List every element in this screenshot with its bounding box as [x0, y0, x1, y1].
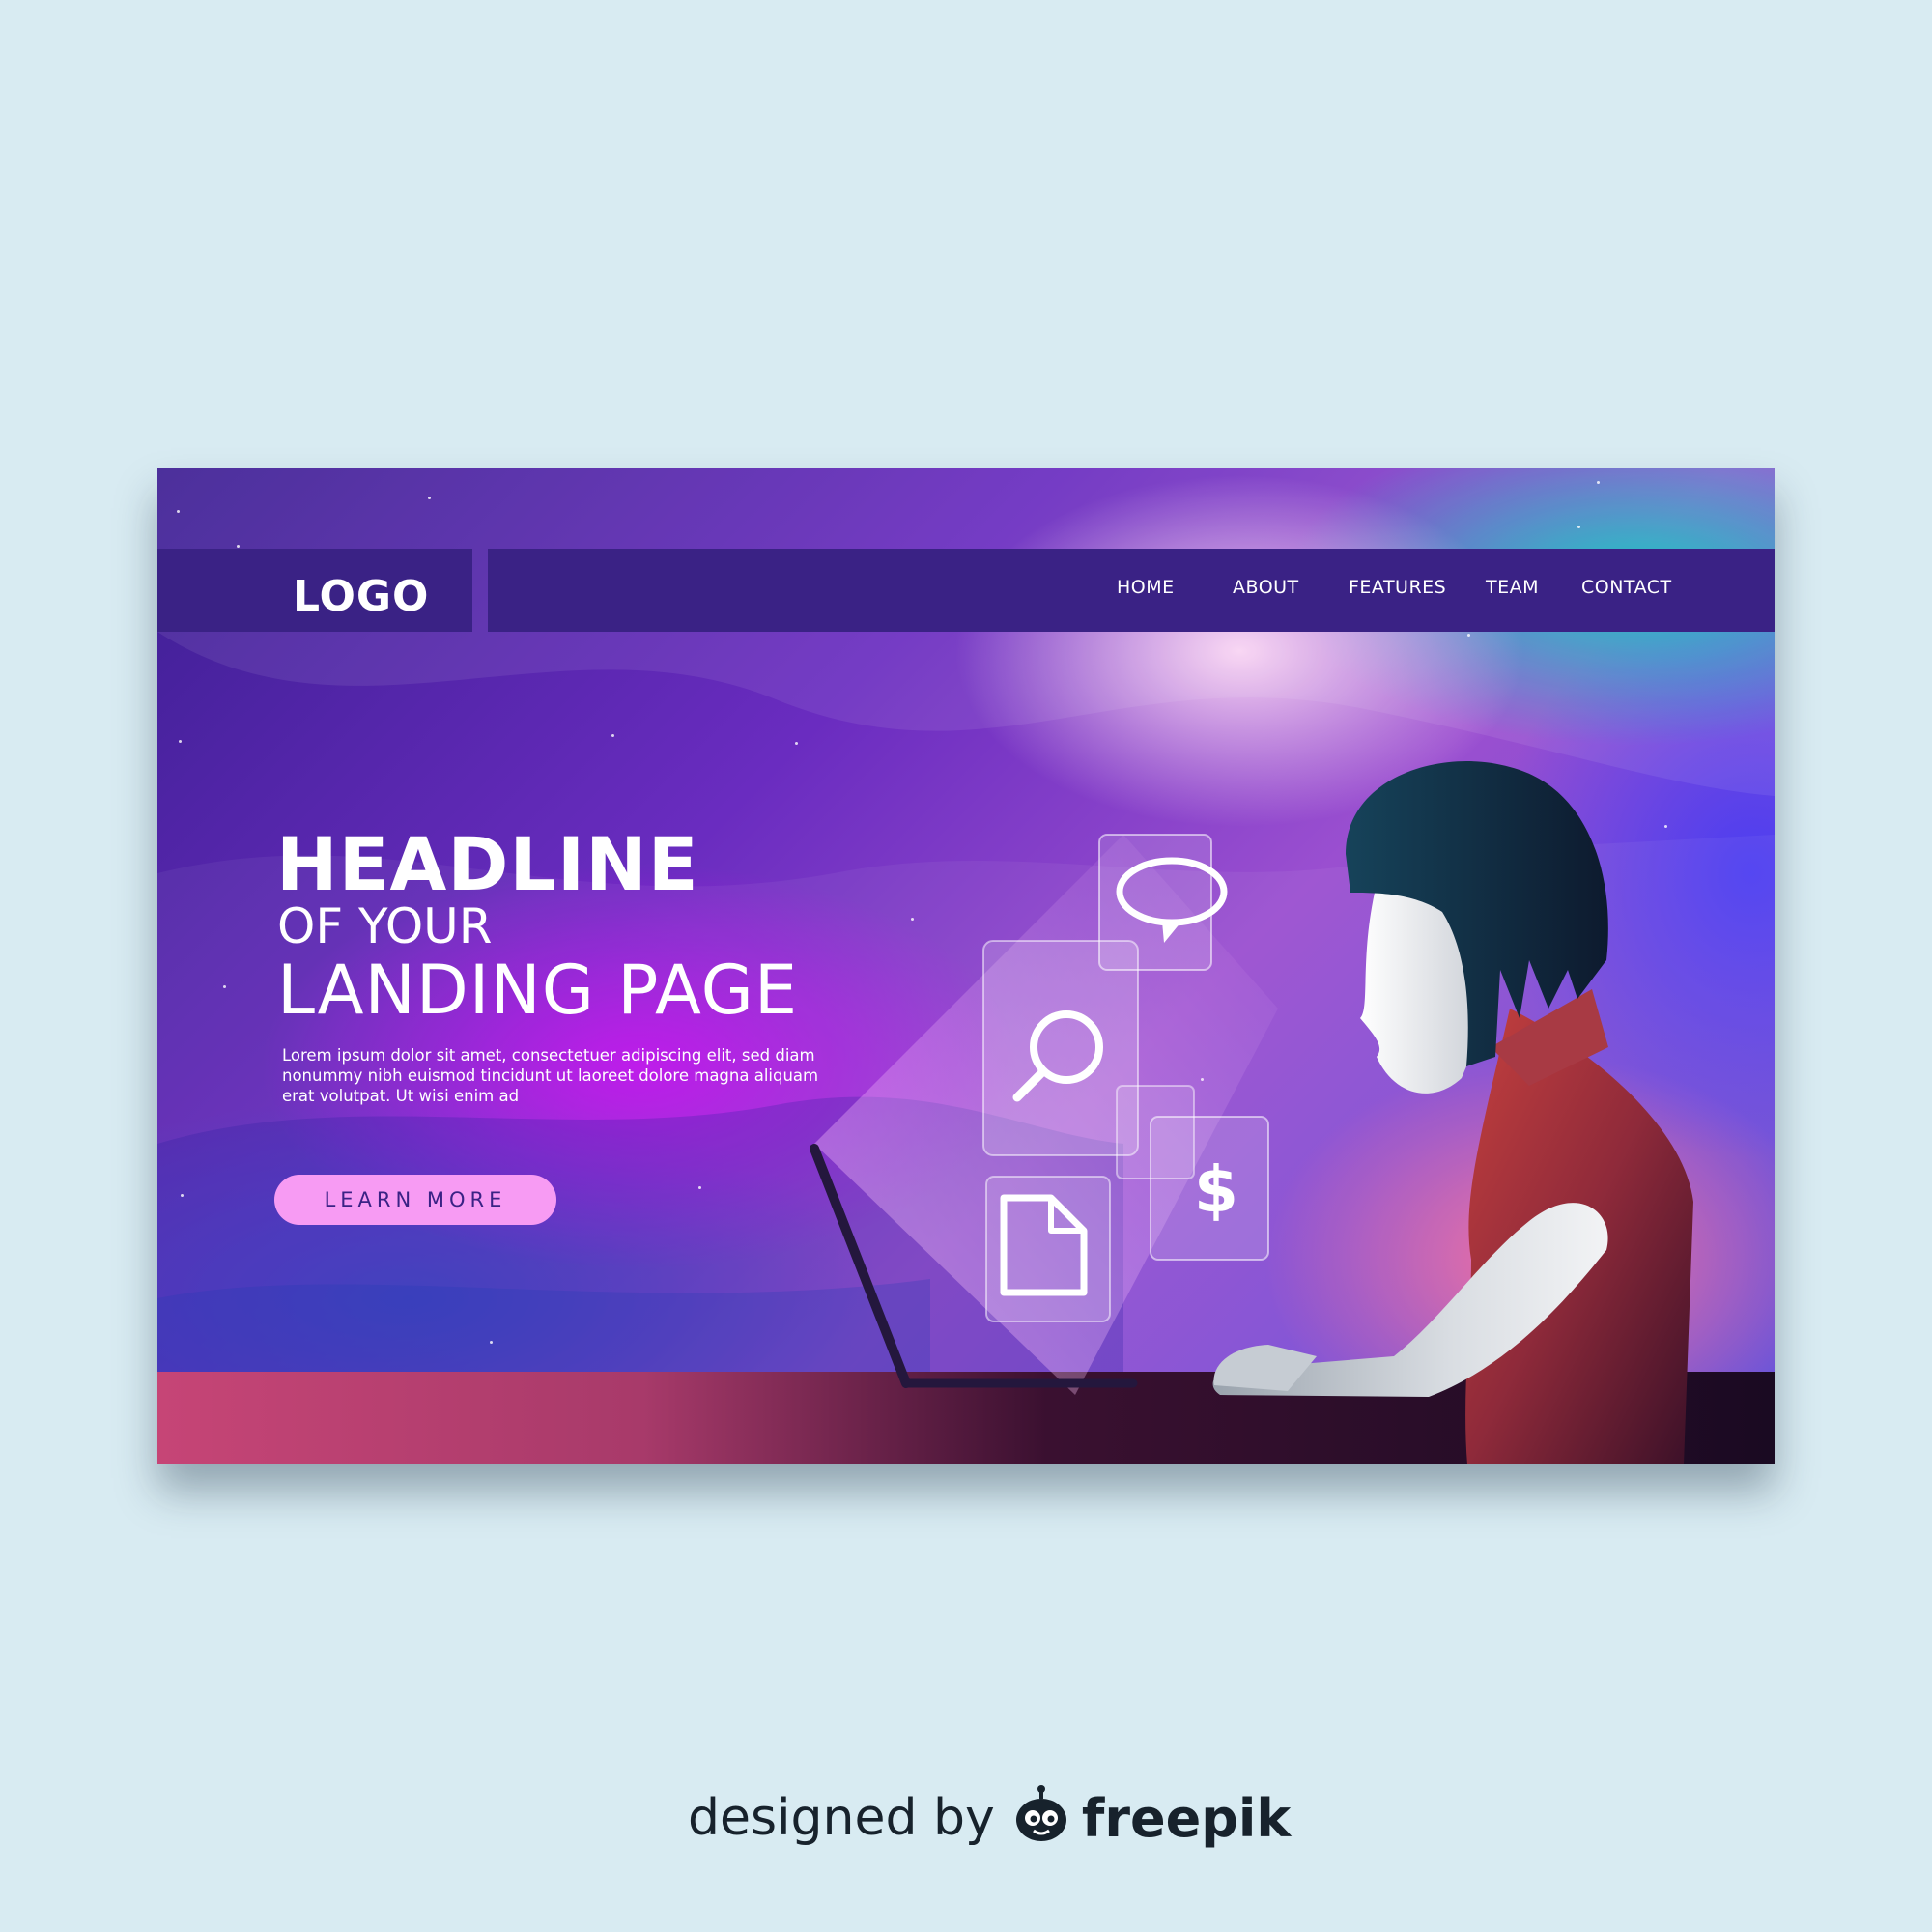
- landing-page-card: LOGO HOME ABOUT FEATURES TEAM CONTACT HE…: [157, 468, 1775, 1464]
- magnifier-card: [982, 940, 1139, 1156]
- designed-by-text: designed by: [688, 1789, 995, 1847]
- freepik-brand-text: freepik: [1081, 1787, 1292, 1849]
- attribution: designed by freepik: [688, 1785, 1291, 1851]
- dollar-icon: $: [1194, 1152, 1238, 1227]
- person-laptop-illustration: $: [810, 761, 1693, 1464]
- freepik-logo-icon: [1010, 1785, 1072, 1851]
